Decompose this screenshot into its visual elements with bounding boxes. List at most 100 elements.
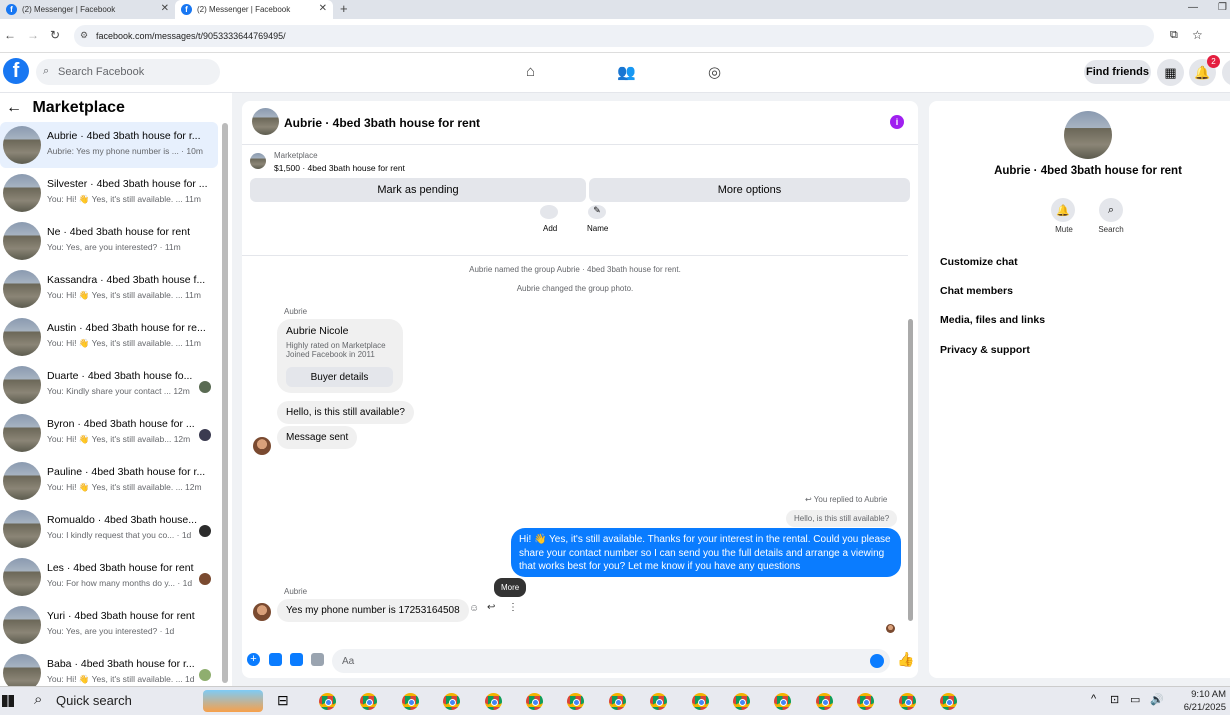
menu-grid-icon[interactable]: ▦ <box>1157 59 1184 86</box>
sticker-icon[interactable] <box>290 653 303 666</box>
incoming-message[interactable]: Message sent <box>277 426 358 449</box>
conversation-item[interactable]: Byron · 4bed 3bath house for ... You: Hi!… <box>0 410 218 456</box>
quick-search-box[interactable]: ⌕ Quick search <box>24 689 194 713</box>
reply-icon[interactable]: ↩ <box>487 602 495 613</box>
react-icon[interactable]: ☺ <box>469 603 479 614</box>
conversation-item[interactable]: Austin · 4bed 3bath house for re... You: … <box>0 314 218 360</box>
tray-apps-icon[interactable]: ⊡ <box>1110 693 1119 706</box>
chrome-taskbar-icon[interactable] <box>940 693 957 710</box>
chat-title[interactable]: Aubrie · 4bed 3bath house for rent <box>284 116 480 130</box>
chrome-taskbar-icon[interactable] <box>319 693 336 710</box>
conversation-item[interactable]: Yuri · 4bed 3bath house for rent You: Yes… <box>0 602 218 648</box>
attach-image-icon[interactable] <box>269 653 282 666</box>
friends-icon[interactable]: 👥 <box>617 63 636 81</box>
find-friends-button[interactable]: Find friends <box>1084 60 1151 84</box>
chrome-taskbar-icon[interactable] <box>857 693 875 710</box>
info-icon[interactable]: i <box>890 115 904 129</box>
chrome-taskbar-icon[interactable] <box>898 693 916 710</box>
weather-widget-icon[interactable] <box>203 690 263 712</box>
sender-avatar[interactable] <box>253 437 271 455</box>
chrome-taskbar-icon[interactable] <box>567 693 585 710</box>
close-tab-icon[interactable]: ✕ <box>161 3 169 14</box>
customize-chat-item[interactable]: Customize chat <box>940 256 1018 268</box>
chrome-taskbar-icon[interactable] <box>774 693 792 710</box>
search-facebook-input[interactable]: ⌕ Search Facebook <box>36 59 220 85</box>
listing-thumbnail[interactable] <box>250 153 266 169</box>
chat-members-item[interactable]: Chat members <box>940 285 1013 297</box>
chrome-taskbar-icon[interactable] <box>360 693 378 710</box>
conversation-item[interactable]: Romualdo · 4bed 3bath house... You: I kin… <box>0 506 218 552</box>
conversation-preview: You: Hi! 👋 Yes, it's still available. ..… <box>47 338 201 348</box>
conversation-title: Duarte · 4bed 3bath house fo... <box>47 370 193 382</box>
more-actions-icon[interactable]: ⋮ <box>508 602 518 613</box>
chrome-taskbar-icon[interactable] <box>401 693 419 710</box>
sender-avatar[interactable] <box>253 603 271 621</box>
reload-icon[interactable]: ↻ <box>50 28 60 42</box>
conversation-avatar <box>3 462 41 500</box>
conversation-item[interactable]: Duarte · 4bed 3bath house fo... You: Kind… <box>0 362 218 408</box>
volume-icon[interactable]: 🔊 <box>1150 693 1164 706</box>
conversation-item[interactable]: Ne · 4bed 3bath house for rent You: Yes, … <box>0 218 218 264</box>
plus-icon[interactable]: + <box>247 653 260 666</box>
conversation-item[interactable]: Kassandra · 4bed 3bath house f... You: Hi… <box>0 266 218 312</box>
conversation-item[interactable]: Les · 4bed 3bath house for rent You: For … <box>0 554 218 600</box>
scrollbar[interactable] <box>222 123 228 683</box>
mark-as-pending-button[interactable]: Mark as pending <box>250 178 586 202</box>
chat-avatar[interactable] <box>252 108 279 135</box>
groups-icon[interactable]: ◎ <box>708 63 721 81</box>
emoji-icon[interactable] <box>870 654 884 668</box>
incoming-message[interactable]: Hello, is this still available? <box>277 401 414 424</box>
add-person-icon[interactable] <box>540 205 558 219</box>
close-tab-icon[interactable]: ✕ <box>319 3 327 14</box>
forward-arrow-icon[interactable]: → <box>27 28 39 42</box>
conversation-item[interactable]: Silvester · 4bed 3bath house for ... You:… <box>0 170 218 216</box>
minimize-icon[interactable]: — <box>1188 2 1198 13</box>
chrome-taskbar-icon[interactable] <box>608 693 626 710</box>
network-icon[interactable]: ▭ <box>1130 693 1140 706</box>
bookmark-star-icon[interactable]: ☆ <box>1192 28 1203 42</box>
like-thumb-icon[interactable]: 👍 <box>897 651 914 668</box>
site-settings-icon[interactable]: ⚙ <box>80 30 88 41</box>
task-view-icon[interactable]: ⊟ <box>277 692 289 709</box>
conversation-preview: You: Hi! 👋 Yes, it's still available. ..… <box>47 482 202 492</box>
media-files-links-item[interactable]: Media, files and links <box>940 314 1045 326</box>
back-arrow-icon[interactable]: ← <box>4 28 16 42</box>
chrome-taskbar-icon[interactable] <box>484 693 502 710</box>
conversation-item[interactable]: Pauline · 4bed 3bath house for r... You: … <box>0 458 218 504</box>
chrome-taskbar-icon[interactable] <box>815 693 833 710</box>
conversation-item[interactable]: Aubrie · 4bed 3bath house for r... Aubrie… <box>0 122 218 168</box>
tray-chevron-icon[interactable]: ^ <box>1091 693 1096 705</box>
chrome-taskbar-icon[interactable] <box>526 693 543 710</box>
search-icon[interactable]: ⌕ <box>1099 198 1123 222</box>
details-avatar[interactable] <box>1064 111 1112 159</box>
chrome-taskbar-icon[interactable] <box>733 693 750 710</box>
browser-tab-2[interactable]: f (2) Messenger | Facebook ✕ <box>175 0 333 19</box>
chrome-taskbar-icon[interactable] <box>650 693 668 710</box>
buyer-details-button[interactable]: Buyer details <box>286 367 393 387</box>
privacy-support-item[interactable]: Privacy & support <box>940 344 1030 356</box>
scrollbar[interactable] <box>908 319 913 621</box>
conversation-preview: You: For how many months do y... · 1d <box>47 578 193 588</box>
facebook-logo-icon[interactable]: f <box>3 58 29 84</box>
mute-bell-icon[interactable]: 🔔 <box>1051 198 1075 222</box>
chrome-taskbar-icon[interactable] <box>443 693 461 710</box>
new-tab-button[interactable]: + <box>340 1 348 16</box>
url-field[interactable]: ⚙ facebook.com/messages/t/90533336447694… <box>74 25 1203 47</box>
edit-name-icon[interactable]: ✎ <box>588 205 606 219</box>
message-input[interactable]: Aa <box>332 649 890 673</box>
back-arrow-icon[interactable]: ← <box>6 99 22 116</box>
more-options-button[interactable]: More options <box>589 178 910 202</box>
home-icon[interactable]: ⌂ <box>526 63 535 80</box>
listing-price-title[interactable]: $1,500 · 4bed 3bath house for rent <box>274 163 405 173</box>
install-icon[interactable]: ⧉ <box>1170 29 1178 42</box>
browser-tab-1[interactable]: f (2) Messenger | Facebook ✕ <box>0 0 175 19</box>
profile-avatar[interactable] <box>1222 59 1230 86</box>
restore-icon[interactable]: ❐ <box>1218 2 1227 13</box>
clock[interactable]: 9:10 AM 6/21/2025 <box>1168 688 1226 714</box>
chrome-taskbar-icon[interactable] <box>691 693 709 710</box>
quoted-message[interactable]: Hello, is this still available? <box>786 510 898 527</box>
outgoing-message[interactable]: Hi! 👋 Yes, it's still available. Thanks … <box>511 528 901 577</box>
incoming-message[interactable]: Yes my phone number is 17253164508 <box>277 599 469 622</box>
windows-start-icon[interactable] <box>2 695 14 707</box>
gif-icon[interactable] <box>311 653 324 666</box>
